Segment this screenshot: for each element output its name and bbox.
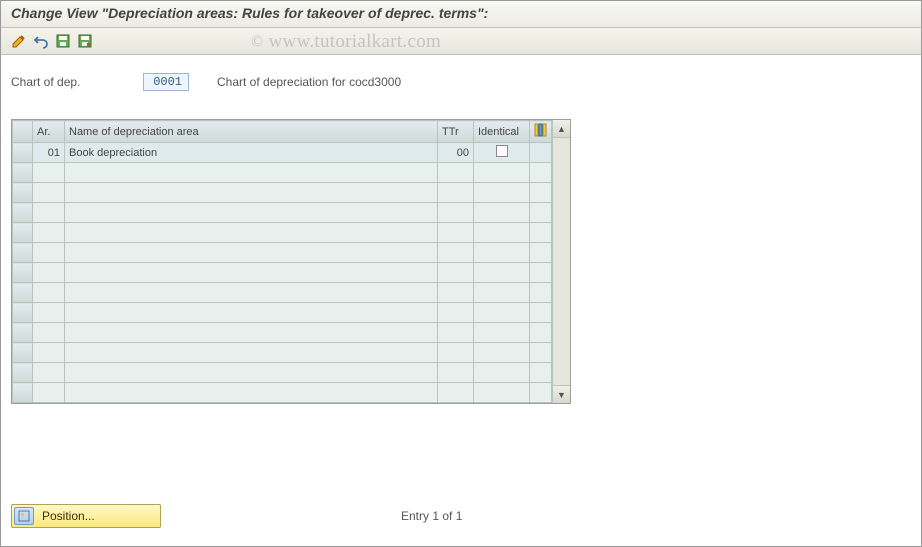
row-selector[interactable]: [13, 223, 33, 243]
position-button[interactable]: Position...: [11, 504, 161, 528]
col-name[interactable]: Name of depreciation area: [65, 121, 438, 143]
cell-ttr[interactable]: 00: [438, 143, 474, 163]
scroll-up-icon[interactable]: ▲: [553, 120, 570, 138]
col-select[interactable]: [13, 121, 33, 143]
cell-identical[interactable]: [474, 143, 530, 163]
chart-of-dep-value[interactable]: 0001: [143, 73, 189, 91]
table-settings-icon: [534, 123, 548, 137]
table-row-empty: [13, 203, 552, 223]
identical-checkbox[interactable]: [496, 145, 508, 157]
row-selector[interactable]: [13, 363, 33, 383]
chart-of-dep-row: Chart of dep. 0001 Chart of depreciation…: [1, 55, 921, 105]
chart-of-dep-label: Chart of dep.: [11, 75, 131, 89]
scroll-track[interactable]: [553, 138, 570, 385]
row-selector[interactable]: [13, 383, 33, 403]
table-header-row: Ar. Name of depreciation area TTr Identi…: [13, 121, 552, 143]
undo-icon[interactable]: [31, 31, 51, 51]
row-selector[interactable]: [13, 323, 33, 343]
row-selector[interactable]: [13, 203, 33, 223]
col-ttr[interactable]: TTr: [438, 121, 474, 143]
depreciation-table: Ar. Name of depreciation area TTr Identi…: [11, 119, 571, 404]
col-config[interactable]: [530, 121, 552, 143]
table-row-empty: [13, 223, 552, 243]
table-row-empty: [13, 303, 552, 323]
table-row-empty: [13, 283, 552, 303]
table-row-empty: [13, 243, 552, 263]
table-row-empty: [13, 343, 552, 363]
entry-status: Entry 1 of 1: [401, 509, 462, 523]
row-selector[interactable]: [13, 183, 33, 203]
chart-of-dep-desc: Chart of depreciation for cocd3000: [217, 75, 401, 89]
save-floppy2-icon[interactable]: [75, 31, 95, 51]
col-identical[interactable]: Identical: [474, 121, 530, 143]
page-title: Change View "Depreciation areas: Rules f…: [11, 5, 911, 21]
table-row-empty: [13, 163, 552, 183]
row-selector[interactable]: [13, 303, 33, 323]
cell-ar[interactable]: 01: [33, 143, 65, 163]
scroll-down-icon[interactable]: ▼: [553, 385, 570, 403]
toolbar: [1, 28, 921, 55]
row-selector[interactable]: [13, 263, 33, 283]
table-row-empty: [13, 363, 552, 383]
table-scrollbar[interactable]: ▲ ▼: [552, 120, 570, 403]
row-selector[interactable]: [13, 243, 33, 263]
footer: Position... Entry 1 of 1: [11, 504, 911, 528]
cell-name[interactable]: Book depreciation: [65, 143, 438, 163]
position-icon: [14, 507, 34, 525]
position-button-label: Position...: [42, 509, 95, 523]
save-floppy-icon[interactable]: [53, 31, 73, 51]
title-bar: Change View "Depreciation areas: Rules f…: [1, 1, 921, 28]
table-row-empty: [13, 263, 552, 283]
col-ar[interactable]: Ar.: [33, 121, 65, 143]
row-selector[interactable]: [13, 143, 33, 163]
cell-trailing: [530, 143, 552, 163]
table-row-empty: [13, 383, 552, 403]
edit-pencil-icon[interactable]: [9, 31, 29, 51]
row-selector[interactable]: [13, 283, 33, 303]
table-row[interactable]: 01Book depreciation00: [13, 143, 552, 163]
row-selector[interactable]: [13, 163, 33, 183]
table-row-empty: [13, 323, 552, 343]
table-row-empty: [13, 183, 552, 203]
row-selector[interactable]: [13, 343, 33, 363]
